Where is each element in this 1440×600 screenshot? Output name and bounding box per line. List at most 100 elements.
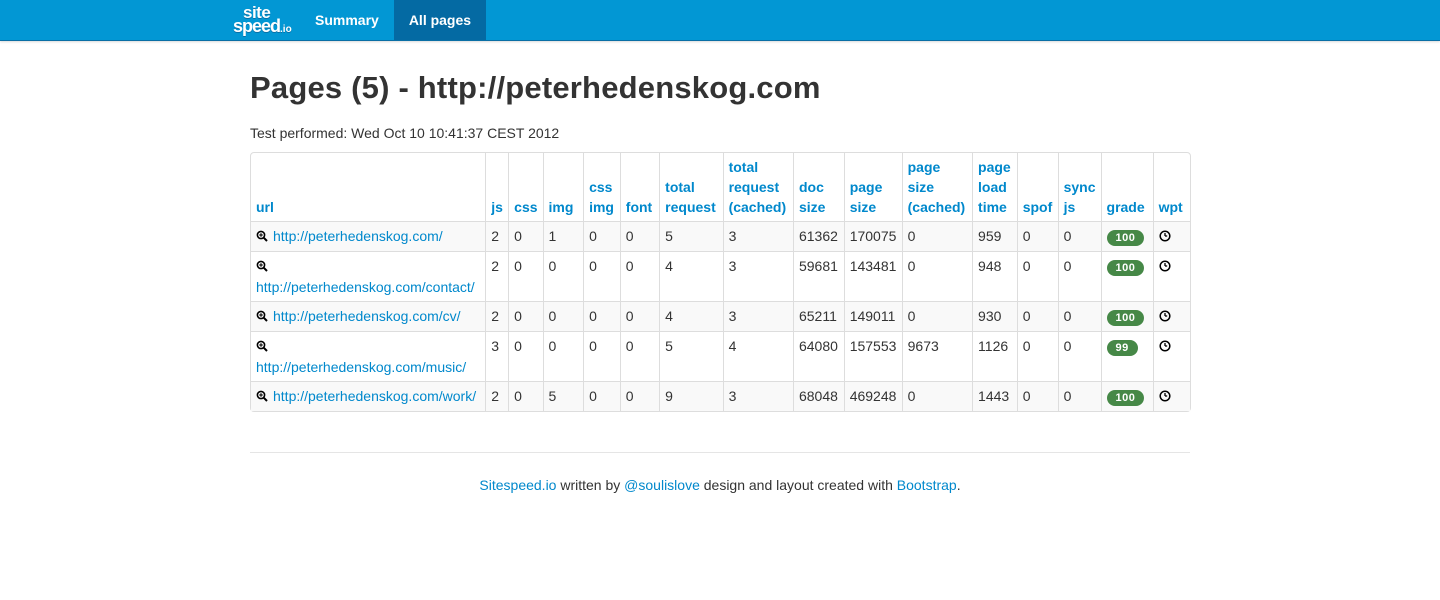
column-header: url xyxy=(251,153,485,221)
cell-cached: 3 xyxy=(722,251,793,301)
grade-cell: 100 xyxy=(1100,381,1153,411)
sort-link[interactable]: css xyxy=(514,199,537,215)
column-header: doc size xyxy=(792,153,844,221)
cell-total: 5 xyxy=(659,221,723,251)
page-url-link[interactable]: http://peterhedenskog.com/contact/ xyxy=(256,279,475,295)
author-link[interactable]: @soulislove xyxy=(624,477,700,493)
column-header: css xyxy=(508,153,542,221)
sort-link[interactable]: page size xyxy=(850,179,883,215)
footer-text-2: design and layout created with xyxy=(699,477,897,493)
brand-logo[interactable]: site speed.io xyxy=(230,0,300,40)
zoom-in-icon[interactable] xyxy=(256,227,268,247)
brand-line2: speed.io xyxy=(233,16,292,36)
cell-size: 149011 xyxy=(843,301,902,331)
sort-link[interactable]: js xyxy=(491,199,503,215)
sort-link[interactable]: doc size xyxy=(799,179,825,215)
page-title: Pages (5) - http://peterhedenskog.com xyxy=(250,70,821,105)
cell-spof: 0 xyxy=(1016,221,1058,251)
cell-cached: 3 xyxy=(722,381,793,411)
wpt-cell xyxy=(1152,331,1190,381)
wpt-cell xyxy=(1152,301,1190,331)
sort-link[interactable]: grade xyxy=(1107,199,1145,215)
table-row: http://peterhedenskog.com/contact/2 0 0 0 0 4… xyxy=(251,251,1190,301)
nav-summary[interactable]: Summary xyxy=(300,0,394,40)
sort-link[interactable]: spof xyxy=(1023,199,1053,215)
cell-cssimg: 0 xyxy=(583,251,620,301)
cell-js: 2 xyxy=(485,381,509,411)
cell-css: 0 xyxy=(508,301,543,331)
zoom-in-icon[interactable] xyxy=(256,257,268,277)
cell-sizecached: 0 xyxy=(901,381,973,411)
bootstrap-link[interactable]: Bootstrap xyxy=(897,477,957,493)
column-header: grade xyxy=(1100,153,1153,221)
sort-link[interactable]: img xyxy=(549,199,574,215)
sort-link[interactable]: font xyxy=(626,199,652,215)
url-cell: http://peterhedenskog.com/music/ xyxy=(251,331,486,381)
cell-js: 2 xyxy=(485,301,509,331)
cell-img: 0 xyxy=(542,251,584,301)
cell-load: 959 xyxy=(972,221,1017,251)
cell-doc: 61362 xyxy=(792,221,844,251)
column-header: total request xyxy=(659,153,722,221)
column-header: img xyxy=(542,153,584,221)
cell-size: 143481 xyxy=(843,251,902,301)
cell-css: 0 xyxy=(508,381,543,411)
cell-size: 469248 xyxy=(843,381,902,411)
zoom-in-icon[interactable] xyxy=(256,337,268,357)
sort-link[interactable]: total request xyxy=(665,179,716,215)
grade-badge: 100 xyxy=(1106,260,1145,276)
sitespeed-link[interactable]: Sitespeed.io xyxy=(479,477,556,493)
cell-sizecached: 0 xyxy=(901,301,973,331)
cell-sync: 0 xyxy=(1057,251,1101,301)
sort-link[interactable]: page size (cached) xyxy=(908,159,966,215)
sort-link[interactable]: wpt xyxy=(1159,199,1183,215)
column-header: font xyxy=(619,153,659,221)
zoom-in-icon[interactable] xyxy=(256,307,268,327)
cell-spof: 0 xyxy=(1016,251,1058,301)
sort-link[interactable]: page load time xyxy=(978,159,1011,215)
cell-load: 930 xyxy=(972,301,1017,331)
cell-total: 9 xyxy=(659,381,723,411)
grade-cell: 100 xyxy=(1100,221,1153,251)
cell-sync: 0 xyxy=(1057,301,1101,331)
grade-cell: 99 xyxy=(1100,331,1153,381)
sort-link[interactable]: css img xyxy=(589,179,614,215)
sort-link[interactable]: url xyxy=(256,199,274,215)
sort-link[interactable]: sync js xyxy=(1064,179,1096,215)
cell-load: 1443 xyxy=(972,381,1017,411)
cell-cached: 3 xyxy=(722,221,793,251)
cell-img: 1 xyxy=(542,221,584,251)
cell-doc: 64080 xyxy=(792,331,844,381)
cell-doc: 65211 xyxy=(792,301,844,331)
sort-link[interactable]: total request (cached) xyxy=(729,159,787,215)
table-header-row: url js css img css img font total request total… xyxy=(251,153,1190,221)
page-url-link[interactable]: http://peterhedenskog.com/music/ xyxy=(256,359,466,375)
cell-cssimg: 0 xyxy=(583,301,620,331)
cell-css: 0 xyxy=(508,221,543,251)
nav-all-pages[interactable]: All pages xyxy=(393,0,487,40)
url-cell: http://peterhedenskog.com/ xyxy=(251,221,486,251)
page-url-link[interactable]: http://peterhedenskog.com/cv/ xyxy=(273,308,461,324)
clock-icon[interactable] xyxy=(1159,387,1171,407)
url-cell: http://peterhedenskog.com/work/ xyxy=(251,381,486,411)
cell-img: 5 xyxy=(542,381,584,411)
zoom-in-icon[interactable] xyxy=(256,387,268,407)
page-url-link[interactable]: http://peterhedenskog.com/ xyxy=(273,228,443,244)
page-url-link[interactable]: http://peterhedenskog.com/work/ xyxy=(273,388,476,404)
cell-size: 157553 xyxy=(843,331,902,381)
cell-doc: 59681 xyxy=(792,251,844,301)
clock-icon[interactable] xyxy=(1159,257,1171,277)
clock-icon[interactable] xyxy=(1159,227,1171,247)
table-row: http://peterhedenskog.com/2 0 1 0 0 5 3 61362 17… xyxy=(251,221,1190,251)
cell-css: 0 xyxy=(508,251,543,301)
cell-total: 5 xyxy=(659,331,723,381)
clock-icon[interactable] xyxy=(1159,337,1171,357)
table-row: http://peterhedenskog.com/cv/2 0 0 0 0 4 3 6521… xyxy=(251,301,1190,331)
table-row: http://peterhedenskog.com/music/3 0 0 0 0 5 4 6… xyxy=(251,331,1190,381)
cell-js: 2 xyxy=(485,251,509,301)
clock-icon[interactable] xyxy=(1159,307,1171,327)
pages-table: url js css img css img font total request total… xyxy=(250,152,1191,412)
cell-sizecached: 0 xyxy=(901,221,973,251)
column-header: page size (cached) xyxy=(901,153,972,221)
cell-sync: 0 xyxy=(1057,381,1101,411)
